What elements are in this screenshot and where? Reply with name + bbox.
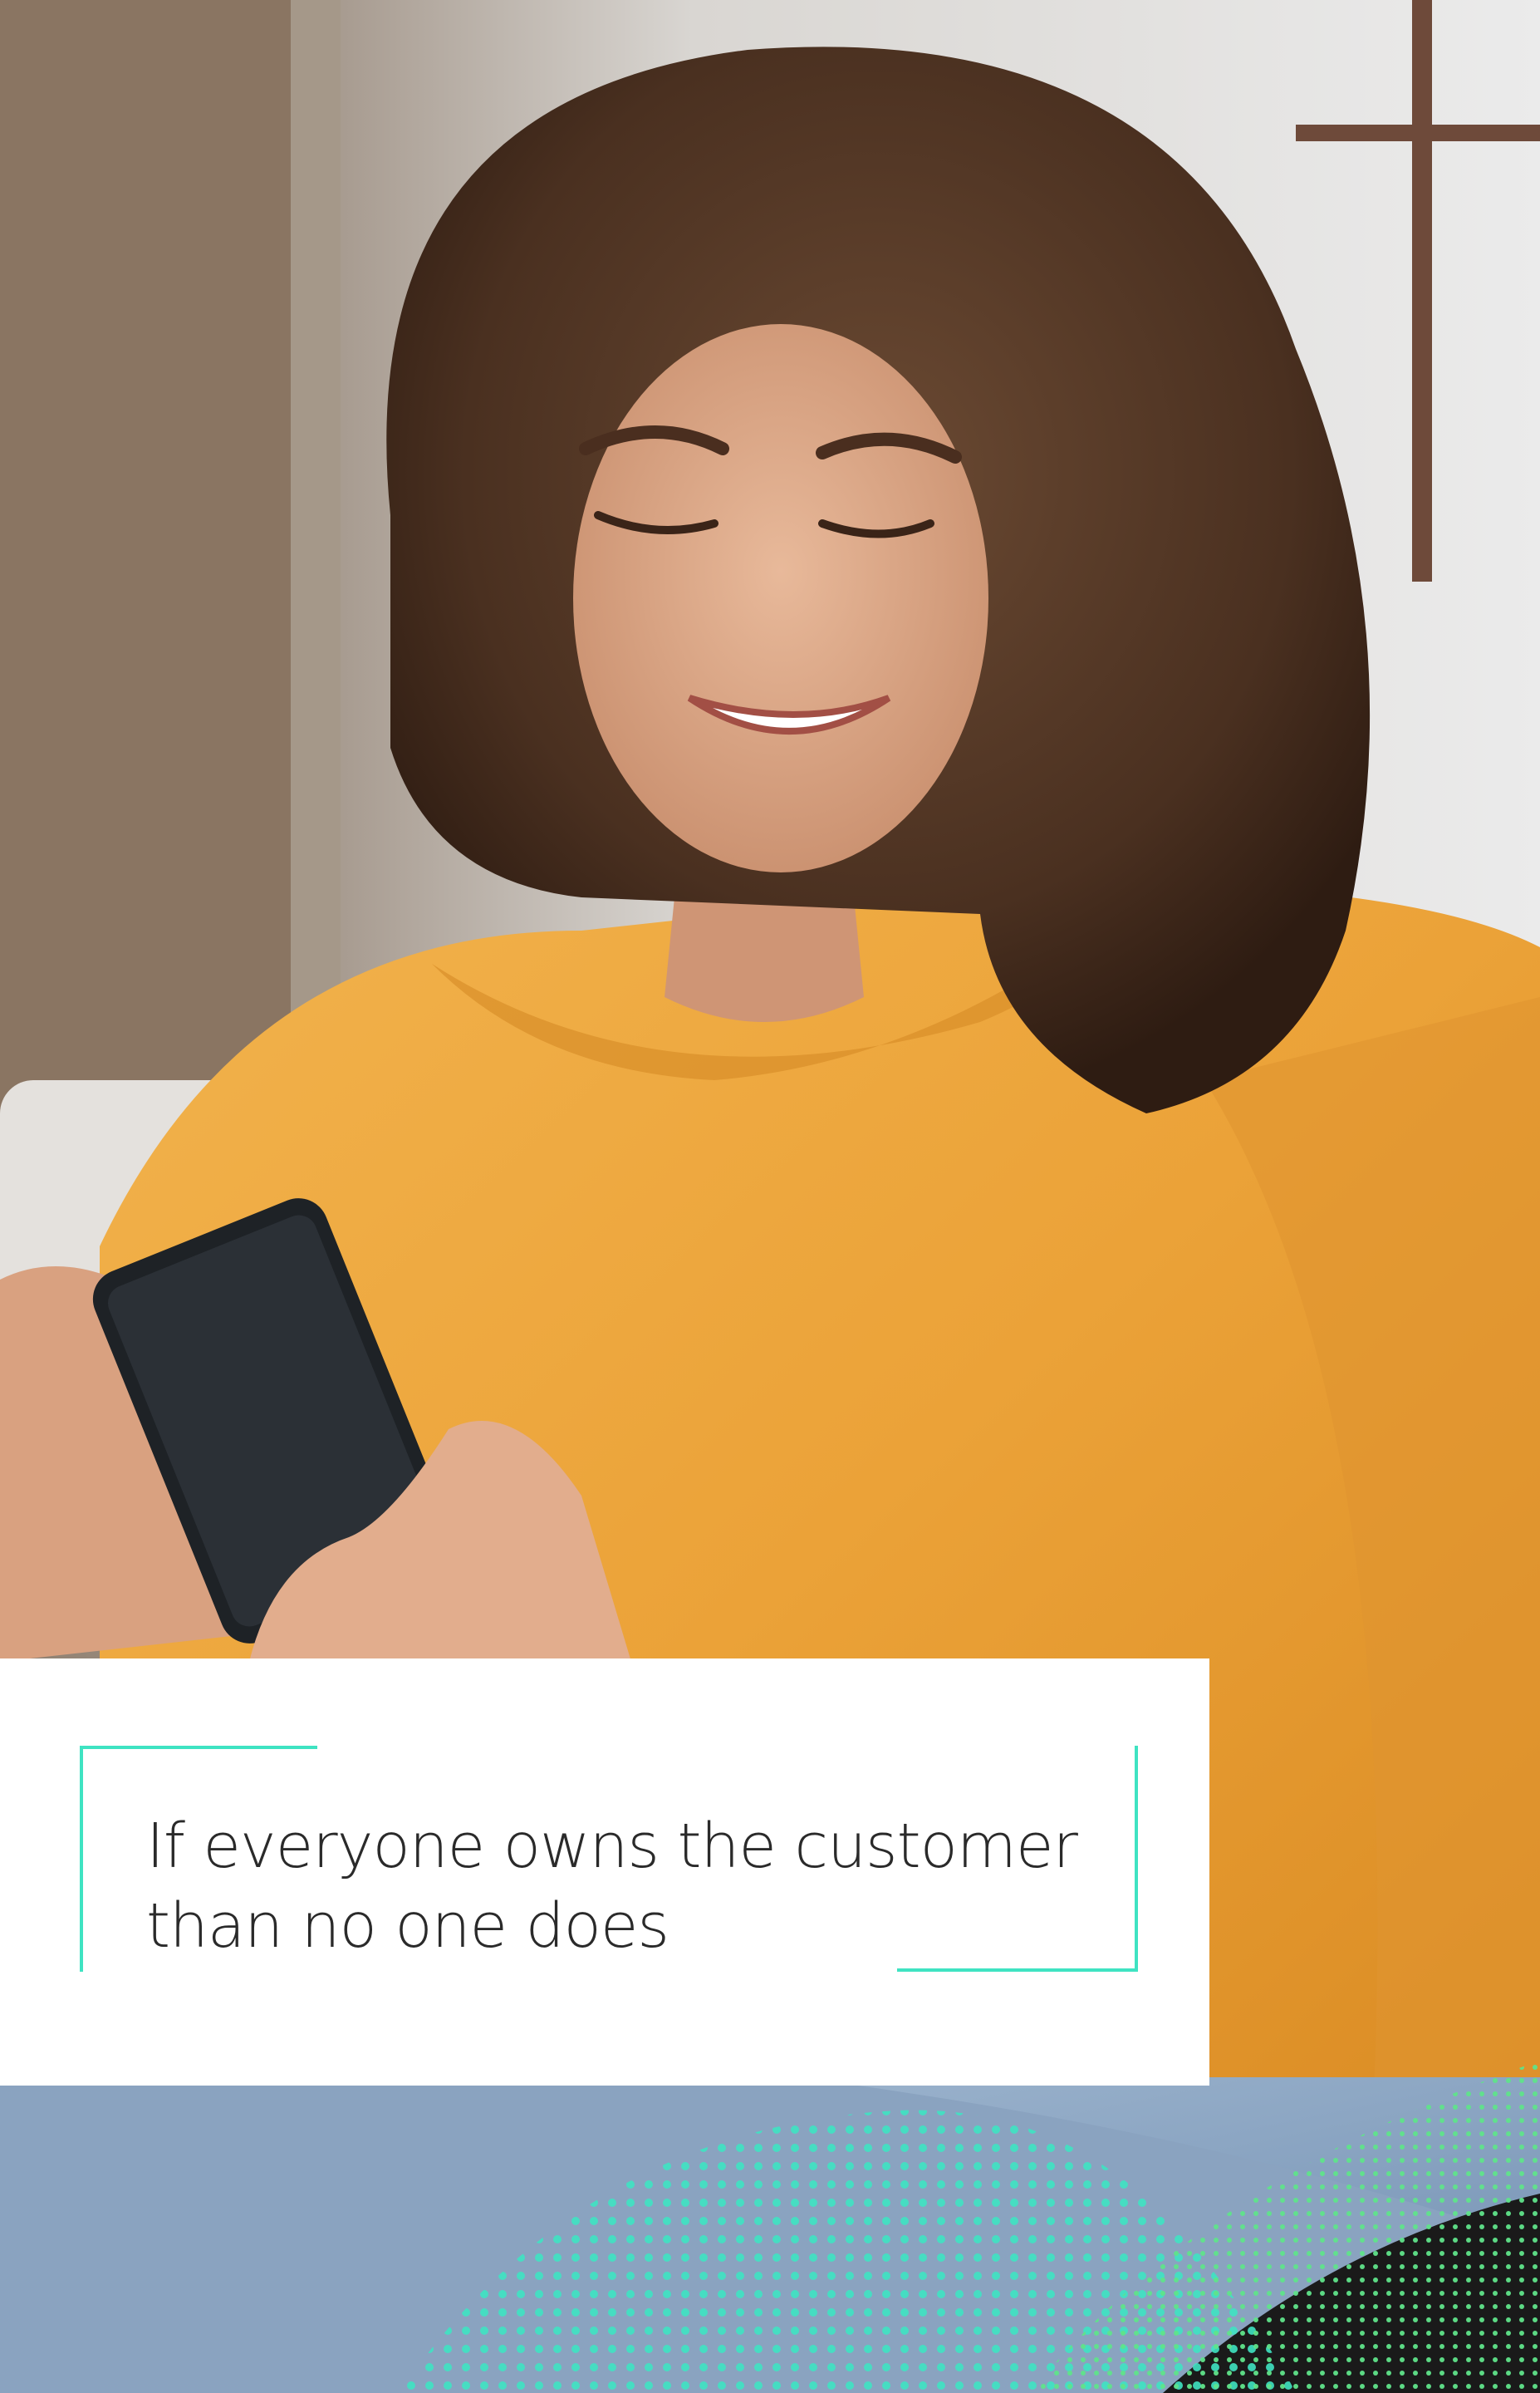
accent-frame-top-left <box>80 1746 317 1749</box>
accent-frame-right <box>1135 1746 1138 1972</box>
accent-frame-bottom-right <box>897 1968 1138 1972</box>
quote-line-1: If everyone owns the customer <box>146 1811 1078 1882</box>
quote-card: If everyone owns the customer than no on… <box>0 1658 1209 2086</box>
quote-text: If everyone owns the customer than no on… <box>146 1806 1118 1966</box>
accent-frame-left <box>80 1746 83 1972</box>
quote-line-2: than no one does <box>146 1890 669 1962</box>
